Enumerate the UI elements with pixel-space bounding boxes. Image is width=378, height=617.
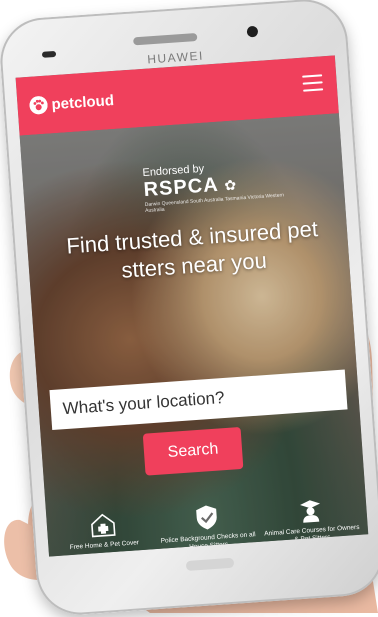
app-screen: petcloud Endorsed by RSPCA ✿ Darwin Quee… xyxy=(15,55,369,557)
rspca-endorsement: Endorsed by RSPCA ✿ Darwin Queensland So… xyxy=(142,157,285,214)
paw-icon: ✿ xyxy=(223,176,238,194)
graduate-icon xyxy=(296,495,326,525)
hamburger-menu-icon[interactable] xyxy=(302,74,324,92)
phone-device: HUAWEI petcloud Endorsed by RSPCA ✿ Darw… xyxy=(0,0,378,617)
hero-section: Endorsed by RSPCA ✿ Darwin Queensland So… xyxy=(19,113,369,557)
logo-text: petcloud xyxy=(50,91,115,113)
feature-home-pet-cover: Free Home & Pet Cover xyxy=(52,507,154,553)
logo[interactable]: petcloud xyxy=(28,89,115,117)
house-medical-icon xyxy=(88,510,118,540)
shield-check-icon xyxy=(192,503,222,533)
sensor xyxy=(41,50,57,58)
search-button[interactable]: Search xyxy=(142,426,244,476)
paw-icon xyxy=(28,95,49,115)
